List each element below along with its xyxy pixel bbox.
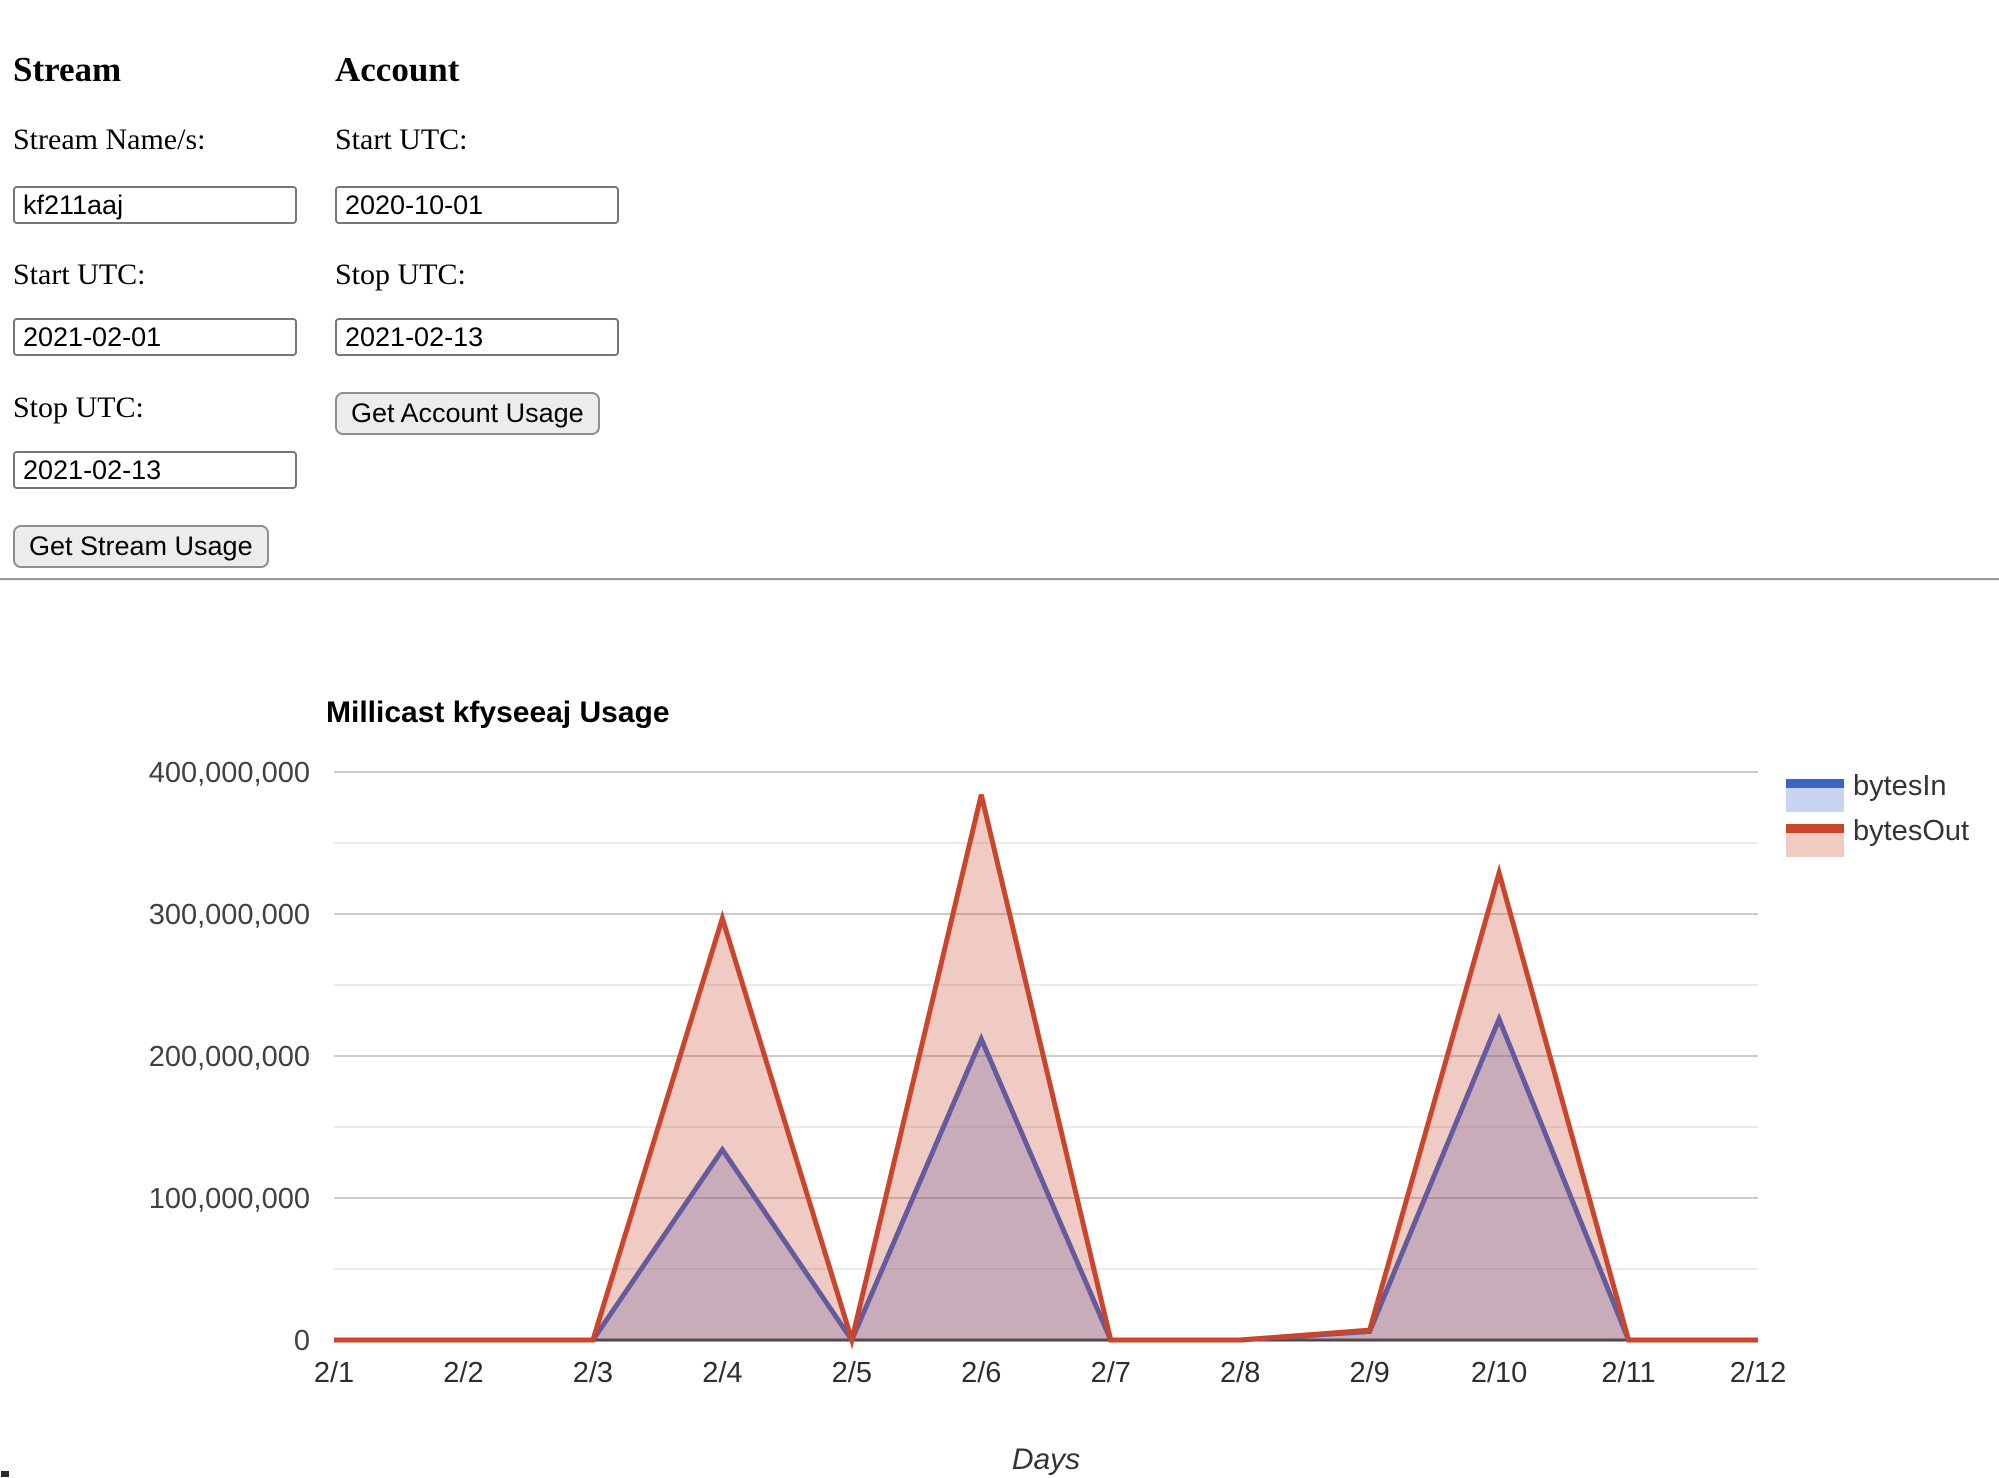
section-divider	[0, 578, 1999, 581]
x-tick-label: 2/4	[702, 1357, 742, 1389]
stream-stop-utc-input[interactable]	[13, 451, 297, 489]
stream-section: Stream Get Stream Usage Stream Name/s: St…	[13, 50, 323, 610]
chart-title: Millicast kfyseeaj Usage	[326, 696, 670, 729]
account-stop-utc-input[interactable]	[335, 318, 619, 356]
x-tick-label: 2/11	[1601, 1357, 1655, 1389]
x-tick-label: 2/5	[832, 1357, 872, 1389]
x-tick-label: 2/2	[443, 1357, 483, 1389]
x-tick-label: 2/8	[1220, 1357, 1260, 1389]
x-tick-label: 2/10	[1471, 1357, 1527, 1389]
account-heading: Account	[335, 50, 459, 90]
y-tick-label: 200,000,000	[149, 1041, 310, 1073]
x-tick-label: 2/1	[314, 1357, 354, 1389]
y-tick-label: 0	[294, 1325, 310, 1357]
stream-start-utc-label: Start UTC:	[13, 258, 146, 292]
legend-swatch-line	[1786, 824, 1844, 833]
account-start-utc-label: Start UTC:	[335, 123, 468, 157]
stream-stop-utc-label: Stop UTC:	[13, 391, 144, 425]
x-tick-label: 2/12	[1730, 1357, 1786, 1389]
x-tick-label: 2/6	[961, 1357, 1001, 1389]
get-account-usage-button[interactable]: Get Account Usage	[335, 392, 600, 435]
account-stop-utc-label: Stop UTC:	[335, 258, 466, 292]
stream-heading: Stream	[13, 50, 121, 90]
y-tick-label: 400,000,000	[149, 757, 310, 789]
screen-corner-artifact	[1, 1471, 9, 1477]
legend-label-bytesIn: bytesIn	[1853, 770, 1947, 802]
x-tick-label: 2/9	[1349, 1357, 1389, 1389]
y-tick-label: 300,000,000	[149, 899, 310, 931]
legend-swatch-fill	[1786, 833, 1844, 857]
x-tick-label: 2/3	[573, 1357, 613, 1389]
stream-name-label: Stream Name/s:	[13, 123, 205, 157]
y-tick-label: 100,000,000	[149, 1183, 310, 1215]
stream-start-utc-input[interactable]	[13, 318, 297, 356]
legend-label-bytesOut: bytesOut	[1853, 815, 1969, 847]
legend-swatch-fill	[1786, 788, 1844, 812]
get-stream-usage-button[interactable]: Get Stream Usage	[13, 525, 269, 568]
x-axis-title: Days	[1012, 1443, 1080, 1476]
x-tick-label: 2/7	[1091, 1357, 1131, 1389]
account-section: Account Get Account Usage Start UTC: Stop…	[335, 50, 645, 480]
stream-name-input[interactable]	[13, 186, 297, 224]
usage-chart: Millicast kfyseeaj Usage 0 100,000,000 200,…	[0, 650, 1999, 1478]
account-start-utc-input[interactable]	[335, 186, 619, 224]
legend-swatch-line	[1786, 779, 1844, 788]
